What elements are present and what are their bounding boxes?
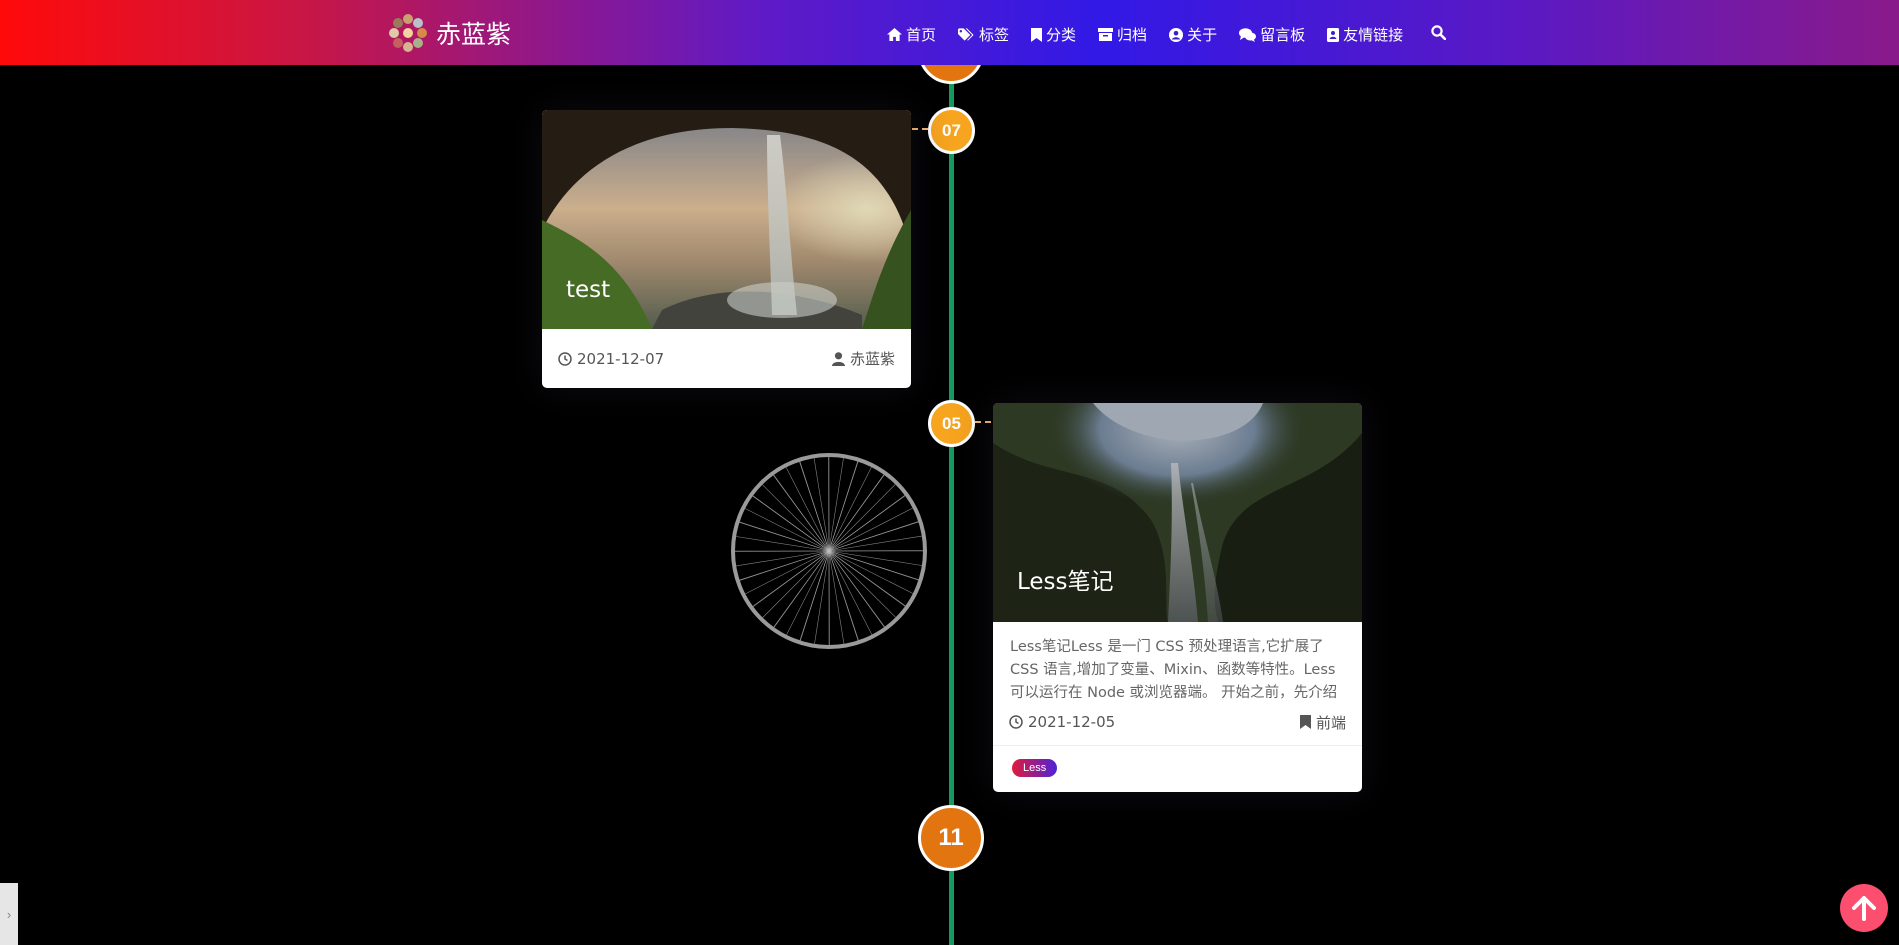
post-card[interactable]: Less笔记 Less笔记Less 是一门 CSS 预处理语言,它扩展了 CSS… — [993, 403, 1362, 792]
timeline-month-label: 11 — [938, 824, 964, 851]
post-category[interactable]: 前端 — [1299, 712, 1346, 733]
post-excerpt: Less笔记Less 是一门 CSS 预处理语言,它扩展了 CSS 语言,增加了… — [1010, 639, 1338, 701]
timeline-connector — [975, 421, 991, 423]
search-button[interactable] — [1431, 24, 1447, 45]
nav-item-home[interactable]: 首页 — [887, 24, 936, 45]
address-book-icon — [1327, 27, 1340, 42]
timeline-month-node: 11 — [918, 805, 984, 871]
nav-item-label: 标签 — [979, 26, 1010, 44]
nav-item-label: 友情链接 — [1343, 26, 1404, 44]
nav-item-label: 分类 — [1046, 26, 1077, 44]
post-title[interactable]: test — [566, 277, 610, 303]
post-cover-image[interactable]: Less笔记 — [993, 403, 1362, 622]
timeline-day-label: 07 — [942, 120, 961, 140]
nav-item-friend-links[interactable]: 友情链接 — [1327, 24, 1403, 45]
post-author-name: 赤蓝紫 — [849, 350, 895, 368]
site-name: 赤蓝紫 — [436, 20, 512, 49]
nav-item-guestbook[interactable]: 留言板 — [1239, 24, 1305, 45]
clock-icon — [1009, 715, 1023, 729]
post-date: 2021-12-05 — [1009, 713, 1115, 731]
site-brand[interactable]: 赤蓝紫 — [388, 14, 512, 52]
nav-item-tags[interactable]: 标签 — [958, 24, 1009, 45]
post-cover-image[interactable]: test — [542, 110, 911, 329]
search-icon — [1431, 24, 1447, 40]
post-card[interactable]: test 2021-12-07 赤蓝紫 — [542, 110, 911, 388]
post-category-name: 前端 — [1315, 713, 1346, 732]
post-tags: Less — [993, 746, 1362, 789]
post-meta: 2021-12-05 前端 — [993, 705, 1362, 745]
post-date: 2021-12-07 — [558, 350, 664, 368]
timeline-connector — [912, 128, 928, 130]
nav-item-label: 归档 — [1117, 26, 1148, 44]
user-icon — [831, 351, 845, 366]
nav-item-categories[interactable]: 分类 — [1031, 24, 1076, 45]
main-menu: 首页 标签 分类 归档 关于 留言板 友情链接 — [887, 24, 1447, 45]
timeline-day-node: 05 — [928, 400, 975, 447]
top-navbar: 赤蓝紫 首页 标签 分类 归档 关于 留言板 友情链接 — [0, 0, 1899, 65]
nav-item-label: 首页 — [906, 26, 937, 44]
site-logo — [389, 14, 427, 52]
post-title[interactable]: Less笔记 — [1017, 562, 1114, 596]
nav-item-label: 关于 — [1187, 26, 1218, 44]
post-author[interactable]: 赤蓝紫 — [831, 348, 895, 369]
nav-item-about[interactable]: 关于 — [1169, 24, 1217, 45]
post-date-text: 2021-12-05 — [1028, 713, 1116, 731]
tags-icon — [958, 27, 974, 41]
spinning-line-orb — [731, 453, 927, 649]
bookmark-icon — [1031, 27, 1043, 42]
user-circle-icon — [1169, 27, 1184, 42]
timeline-day-node: 07 — [928, 107, 975, 154]
comments-icon — [1239, 27, 1257, 42]
back-to-top-button[interactable] — [1840, 884, 1888, 932]
post-date-text: 2021-12-07 — [577, 349, 665, 368]
bookmark-icon — [1299, 715, 1311, 729]
arrow-up-icon — [1852, 896, 1876, 921]
nav-item-archives[interactable]: 归档 — [1098, 24, 1147, 45]
archive-icon — [1098, 28, 1114, 41]
chevron-right-icon: › — [6, 906, 12, 922]
home-icon — [887, 28, 902, 41]
post-meta: 2021-12-07 赤蓝紫 — [542, 329, 911, 388]
sidebar-toggle[interactable]: › — [0, 883, 18, 945]
nav-item-label: 留言板 — [1260, 26, 1306, 44]
post-tag[interactable]: Less — [1012, 759, 1058, 777]
timeline-day-label: 05 — [942, 413, 961, 433]
clock-icon — [558, 351, 572, 366]
